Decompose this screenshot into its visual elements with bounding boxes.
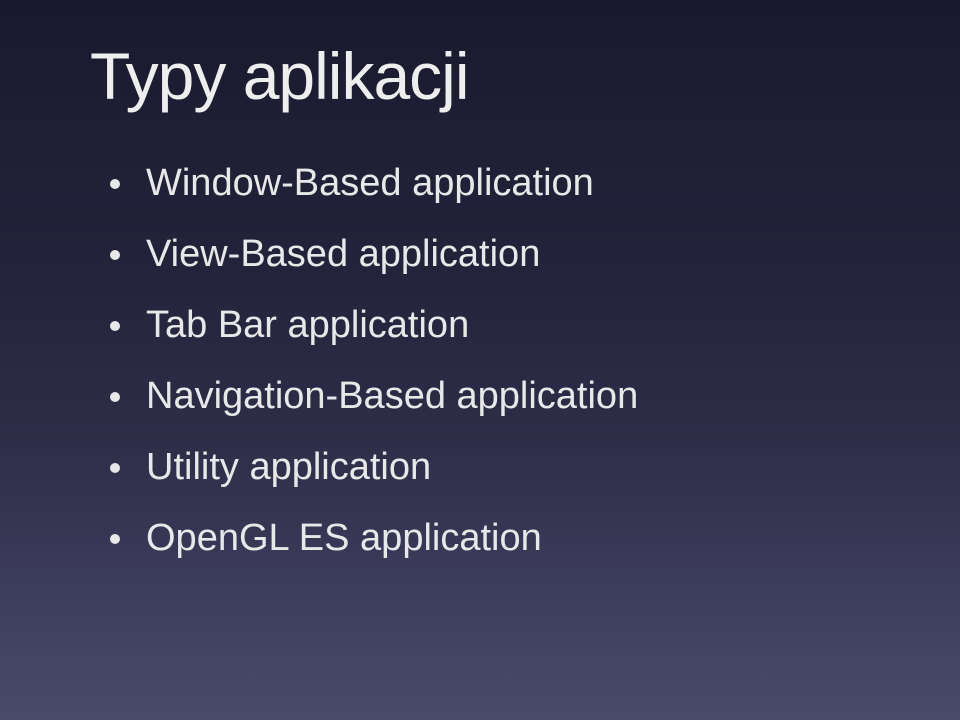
bullet-text: View-Based application	[146, 233, 540, 276]
bullet-text: OpenGL ES application	[146, 517, 542, 560]
list-item: Navigation-Based application	[110, 375, 870, 418]
list-item: Utility application	[110, 446, 870, 489]
bullet-icon	[110, 250, 120, 260]
slide-container: Typy aplikacji Window-Based application …	[0, 0, 960, 720]
bullet-icon	[110, 321, 120, 331]
bullet-list: Window-Based application View-Based appl…	[90, 162, 870, 560]
list-item: OpenGL ES application	[110, 517, 870, 560]
bullet-text: Window-Based application	[146, 162, 594, 205]
list-item: Tab Bar application	[110, 304, 870, 347]
bullet-icon	[110, 463, 120, 473]
bullet-icon	[110, 179, 120, 189]
list-item: Window-Based application	[110, 162, 870, 205]
bullet-text: Utility application	[146, 446, 431, 489]
bullet-icon	[110, 392, 120, 402]
bullet-text: Navigation-Based application	[146, 375, 638, 418]
slide-title: Typy aplikacji	[90, 38, 870, 114]
bullet-text: Tab Bar application	[146, 304, 469, 347]
bullet-icon	[110, 534, 120, 544]
list-item: View-Based application	[110, 233, 870, 276]
